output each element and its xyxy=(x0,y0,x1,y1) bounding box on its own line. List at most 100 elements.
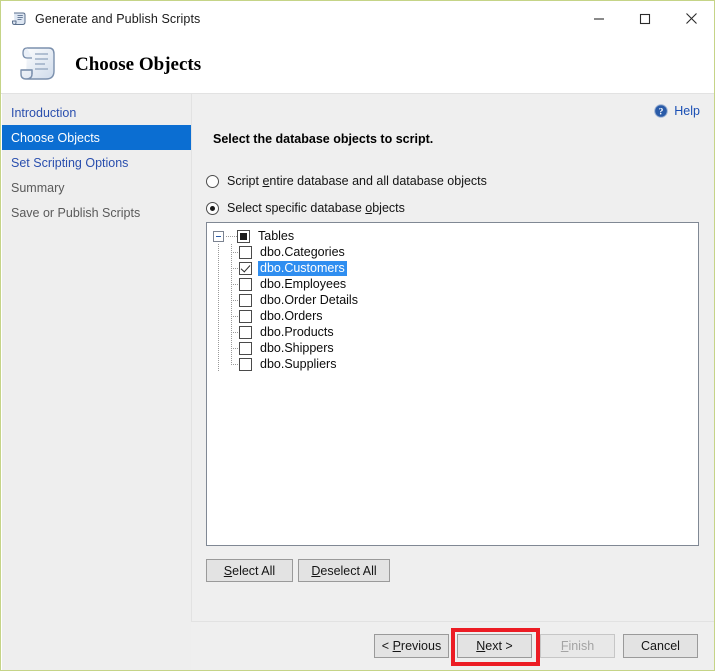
sidebar-item-label: Save or Publish Scripts xyxy=(11,205,141,220)
button-label: Next > xyxy=(476,639,512,653)
sidebar-item-introduction[interactable]: Introduction xyxy=(2,100,191,125)
tree-checkbox[interactable] xyxy=(239,245,252,259)
tree-checkbox-checked[interactable] xyxy=(239,261,252,275)
tree-indent xyxy=(213,340,226,356)
button-label: < Previous xyxy=(382,639,441,653)
radio-label: Select specific database objects xyxy=(227,201,405,215)
button-label-after: elect All xyxy=(232,563,276,578)
tree-indent xyxy=(213,244,226,260)
tree-connector xyxy=(226,235,237,237)
sidebar-item-label: Summary xyxy=(11,180,65,195)
tree-label: dbo.Customers xyxy=(258,260,347,276)
next-button[interactable]: Next > xyxy=(451,628,540,666)
button-label-after: eselect All xyxy=(320,563,377,578)
button-label-after: ext > xyxy=(485,639,513,653)
tree-row-item[interactable]: dbo.Shippers xyxy=(213,340,698,356)
tree-checkbox[interactable] xyxy=(239,293,252,307)
tree-label: Tables xyxy=(258,228,295,243)
help-link[interactable]: ? Help xyxy=(654,104,700,118)
tree-indent xyxy=(213,324,226,340)
button-label: Cancel xyxy=(641,639,680,653)
tree-checkbox[interactable] xyxy=(239,309,252,323)
select-all-button[interactable]: Select All xyxy=(206,559,293,582)
tree-indent xyxy=(226,292,239,308)
tree-indent xyxy=(226,356,239,372)
help-circle-icon: ? xyxy=(654,104,669,118)
tree-indent xyxy=(213,356,226,372)
tree-label: dbo.Categories xyxy=(260,244,345,259)
tree-row-item[interactable]: dbo.Products xyxy=(213,324,698,340)
radio-label-after: bjects xyxy=(372,201,405,215)
cancel-button[interactable]: Cancel xyxy=(623,634,698,658)
tree-row-root-tables[interactable]: Tables xyxy=(213,228,698,244)
radio-label-before: Script xyxy=(227,174,263,188)
button-accel-key: S xyxy=(223,563,233,578)
button-accel-key: P xyxy=(392,639,401,653)
tree-indent xyxy=(226,244,239,260)
tree-row-item[interactable]: dbo.Categories xyxy=(213,244,698,260)
button-label: Select All xyxy=(224,564,275,578)
tree-row-item[interactable]: dbo.Suppliers xyxy=(213,356,698,372)
radio-indicator xyxy=(206,201,219,215)
window-controls xyxy=(576,1,714,36)
button-accel-key: N xyxy=(476,639,486,653)
sidebar-item-choose-objects[interactable]: Choose Objects xyxy=(2,125,191,150)
tree-indent xyxy=(213,292,226,308)
radio-select-specific-objects[interactable]: Select specific database objects xyxy=(206,201,405,215)
tree-checkbox[interactable] xyxy=(239,341,252,355)
title-bar: Generate and Publish Scripts xyxy=(1,1,714,36)
object-tree-panel[interactable]: Tables dbo.Categories dbo.Customers dbo.… xyxy=(206,222,699,546)
tree-indent xyxy=(213,308,226,324)
sidebar-item-summary[interactable]: Summary xyxy=(2,175,191,200)
help-label: Help xyxy=(674,104,700,118)
collapse-expander-icon[interactable] xyxy=(213,230,224,242)
radio-label: Script entire database and all database … xyxy=(227,174,487,188)
sidebar-item-label: Set Scripting Options xyxy=(11,155,129,170)
tree-row-item[interactable]: dbo.Employees xyxy=(213,276,698,292)
tree-label: dbo.Shippers xyxy=(260,340,334,355)
tree-indent xyxy=(226,324,239,340)
scroll-document-icon xyxy=(13,40,63,90)
tree-row-item[interactable]: dbo.Order Details xyxy=(213,292,698,308)
wizard-navigation-buttons: < Previous Next > Finish Cancel xyxy=(374,628,698,666)
radio-script-entire-database[interactable]: Script entire database and all database … xyxy=(206,174,487,188)
previous-button[interactable]: < Previous xyxy=(374,634,449,658)
radio-label-after: ntire database and all database objects xyxy=(269,174,487,188)
button-label: Finish xyxy=(561,639,594,653)
radio-label-before: Select specific database xyxy=(227,201,366,215)
instruction-text: Select the database objects to script. xyxy=(213,132,434,146)
tree-indent xyxy=(226,308,239,324)
sidebar-item-save-or-publish-scripts[interactable]: Save or Publish Scripts xyxy=(2,200,191,225)
tree-indent xyxy=(213,276,226,292)
close-button[interactable] xyxy=(668,1,714,36)
script-scroll-icon xyxy=(10,10,28,28)
button-label: Deselect All xyxy=(311,564,376,578)
tree-indent xyxy=(213,260,226,276)
tree-row-item[interactable]: dbo.Orders xyxy=(213,308,698,324)
button-label-after: inish xyxy=(568,639,595,653)
sidebar-item-set-scripting-options[interactable]: Set Scripting Options xyxy=(2,150,191,175)
tree-indent xyxy=(226,340,239,356)
tree-checkbox[interactable] xyxy=(239,357,252,371)
tree-checkbox-tables[interactable] xyxy=(237,229,250,243)
tree-checkbox[interactable] xyxy=(239,325,252,339)
wizard-footer: < Previous Next > Finish Cancel xyxy=(191,622,714,670)
tree-label: dbo.Employees xyxy=(260,276,347,291)
page-title: Choose Objects xyxy=(75,53,202,75)
button-label-after: revious xyxy=(400,639,442,653)
page-header: Choose Objects xyxy=(1,36,714,93)
tree-label: dbo.Orders xyxy=(260,308,323,323)
maximize-button[interactable] xyxy=(622,1,668,36)
sidebar-item-label: Choose Objects xyxy=(11,130,100,145)
sidebar-item-label: Introduction xyxy=(11,105,77,120)
tree-row-item-selected[interactable]: dbo.Customers xyxy=(213,260,698,276)
tree-indent xyxy=(226,260,239,276)
tree-indent xyxy=(226,276,239,292)
tree-label: dbo.Order Details xyxy=(260,292,358,307)
tree-label: dbo.Suppliers xyxy=(260,356,337,371)
minimize-button[interactable] xyxy=(576,1,622,36)
deselect-all-button[interactable]: Deselect All xyxy=(298,559,390,582)
finish-button[interactable]: Finish xyxy=(540,634,615,658)
button-label-before: < xyxy=(381,639,393,653)
tree-checkbox[interactable] xyxy=(239,277,252,291)
